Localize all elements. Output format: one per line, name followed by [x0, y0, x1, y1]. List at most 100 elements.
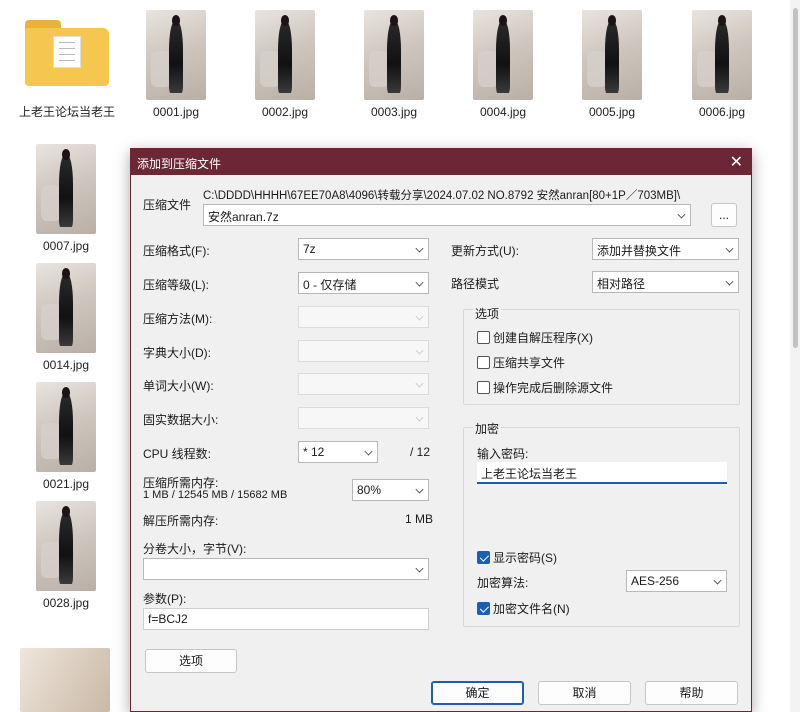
path-mode-select[interactable]: 相对路径	[592, 271, 739, 293]
volume-label: 分卷大小，字节(V):	[143, 542, 247, 556]
image-thumbnail	[473, 10, 533, 100]
chevron-down-icon	[415, 346, 424, 355]
options-group-title: 选项	[473, 305, 502, 322]
chevron-down-icon	[415, 278, 424, 287]
dialog-title: 添加到压缩文件	[137, 157, 222, 171]
level-value: 0 - 仅存储	[303, 278, 357, 292]
scrollbar[interactable]	[790, 0, 800, 712]
browse-button[interactable]: ...	[711, 203, 737, 227]
chevron-down-icon	[677, 210, 686, 219]
solid-select[interactable]	[298, 407, 429, 429]
checkbox-icon	[477, 356, 490, 369]
params-input[interactable]: f=BCJ2	[143, 608, 429, 630]
file-name: 0006.jpg	[698, 105, 746, 119]
options-button[interactable]: 选项	[145, 649, 237, 673]
threads-total: / 12	[410, 445, 431, 459]
checkbox-icon	[477, 331, 490, 344]
update-mode-value: 添加并替换文件	[597, 244, 682, 258]
show-password-checkbox[interactable]: 显示密码(S)	[477, 549, 557, 566]
image-thumbnail	[255, 10, 315, 100]
encrypt-filenames-label: 加密文件名(N)	[493, 602, 570, 616]
create-sfx-label: 创建自解压程序(X)	[493, 331, 593, 345]
compress-shared-checkbox[interactable]: 压缩共享文件	[477, 354, 565, 371]
dict-select[interactable]	[298, 340, 429, 362]
archive-label: 压缩文件	[143, 198, 192, 212]
archive-name-combo[interactable]: 安然anran.7z	[203, 204, 691, 226]
show-password-label: 显示密码(S)	[493, 551, 557, 565]
file-name: 0014.jpg	[42, 358, 90, 372]
folder-icon[interactable]	[25, 20, 109, 86]
level-select[interactable]: 0 - 仅存储	[298, 272, 429, 294]
image-thumbnail	[36, 382, 96, 472]
close-icon[interactable]: ✕	[730, 152, 743, 172]
update-mode-label: 更新方式(U):	[451, 244, 519, 258]
file-name: 0003.jpg	[370, 105, 418, 119]
image-thumbnail	[36, 263, 96, 353]
level-label: 压缩等级(L):	[143, 278, 210, 292]
chevron-down-icon	[725, 244, 734, 253]
scrollbar-thumb[interactable]	[793, 8, 798, 348]
file-name: 0004.jpg	[479, 105, 527, 119]
word-select[interactable]	[298, 373, 429, 395]
encrypt-filenames-checkbox[interactable]: 加密文件名(N)	[477, 600, 570, 617]
method-select[interactable]	[298, 306, 429, 328]
chevron-down-icon	[713, 576, 722, 585]
threads-select[interactable]: * 12	[298, 441, 378, 463]
word-label: 单词大小(W):	[143, 379, 214, 393]
cancel-button[interactable]: 取消	[538, 681, 631, 705]
encryption-method-label: 加密算法:	[477, 576, 529, 590]
compress-shared-label: 压缩共享文件	[493, 356, 566, 370]
encryption-method-select[interactable]: AES-256	[626, 570, 727, 592]
checkbox-checked-icon	[477, 602, 490, 615]
add-to-archive-dialog: 添加到压缩文件 ✕ 压缩文件 C:\DDDD\HHHH\67EE70A8\409…	[130, 148, 752, 712]
format-select[interactable]: 7z	[298, 238, 429, 260]
memory-percent-value: 80%	[357, 483, 382, 497]
path-mode-value: 相对路径	[597, 277, 646, 291]
checkbox-icon	[477, 381, 490, 394]
memory-percent-select[interactable]: 80%	[352, 479, 429, 501]
image-thumbnail	[692, 10, 752, 100]
image-thumbnail	[20, 648, 110, 712]
create-sfx-checkbox[interactable]: 创建自解压程序(X)	[477, 329, 593, 346]
threads-label: CPU 线程数:	[143, 447, 212, 461]
update-mode-select[interactable]: 添加并替换文件	[592, 238, 739, 260]
dict-label: 字典大小(D):	[143, 346, 211, 360]
password-label: 输入密码:	[477, 447, 529, 461]
delete-after-label: 操作完成后删除源文件	[493, 381, 614, 395]
image-thumbnail	[582, 10, 642, 100]
checkbox-checked-icon	[477, 551, 490, 564]
file-name: 0001.jpg	[152, 105, 200, 119]
chevron-down-icon	[415, 379, 424, 388]
dialog-titlebar[interactable]: 添加到压缩文件 ✕	[131, 149, 751, 175]
format-value: 7z	[303, 242, 316, 256]
decompress-memory-label: 解压所需内存:	[143, 514, 219, 528]
chevron-down-icon	[415, 413, 424, 422]
chevron-down-icon	[415, 244, 424, 253]
path-mode-label: 路径模式	[451, 277, 500, 291]
chevron-down-icon	[725, 277, 734, 286]
folder-name: 上老王论坛当老王	[18, 105, 115, 119]
delete-after-checkbox[interactable]: 操作完成后删除源文件	[477, 379, 613, 396]
ok-button[interactable]: 确定	[431, 681, 524, 705]
file-name: 0005.jpg	[588, 105, 636, 119]
solid-label: 固实数据大小:	[143, 413, 219, 427]
image-thumbnail	[36, 501, 96, 591]
encryption-method-value: AES-256	[631, 574, 680, 588]
file-name: 0028.jpg	[42, 596, 90, 610]
volume-size-combo[interactable]	[143, 558, 429, 580]
chevron-down-icon	[415, 485, 424, 494]
password-input[interactable]: 上老王论坛当老王	[477, 462, 727, 484]
archive-path: C:\DDDD\HHHH\67EE70A8\4096\转载分享\2024.07.…	[203, 190, 681, 202]
encryption-group-title: 加密	[473, 420, 502, 437]
file-name: 0002.jpg	[261, 105, 309, 119]
chevron-down-icon	[364, 447, 373, 456]
params-label: 参数(P):	[143, 592, 187, 606]
image-thumbnail	[364, 10, 424, 100]
decompress-memory-value: 1 MB	[405, 512, 434, 526]
format-label: 压缩格式(F):	[143, 244, 210, 258]
archive-name-value: 安然anran.7z	[208, 210, 279, 224]
help-button[interactable]: 帮助	[645, 681, 738, 705]
file-name: 0021.jpg	[42, 477, 90, 491]
image-thumbnail	[146, 10, 206, 100]
chevron-down-icon	[415, 312, 424, 321]
